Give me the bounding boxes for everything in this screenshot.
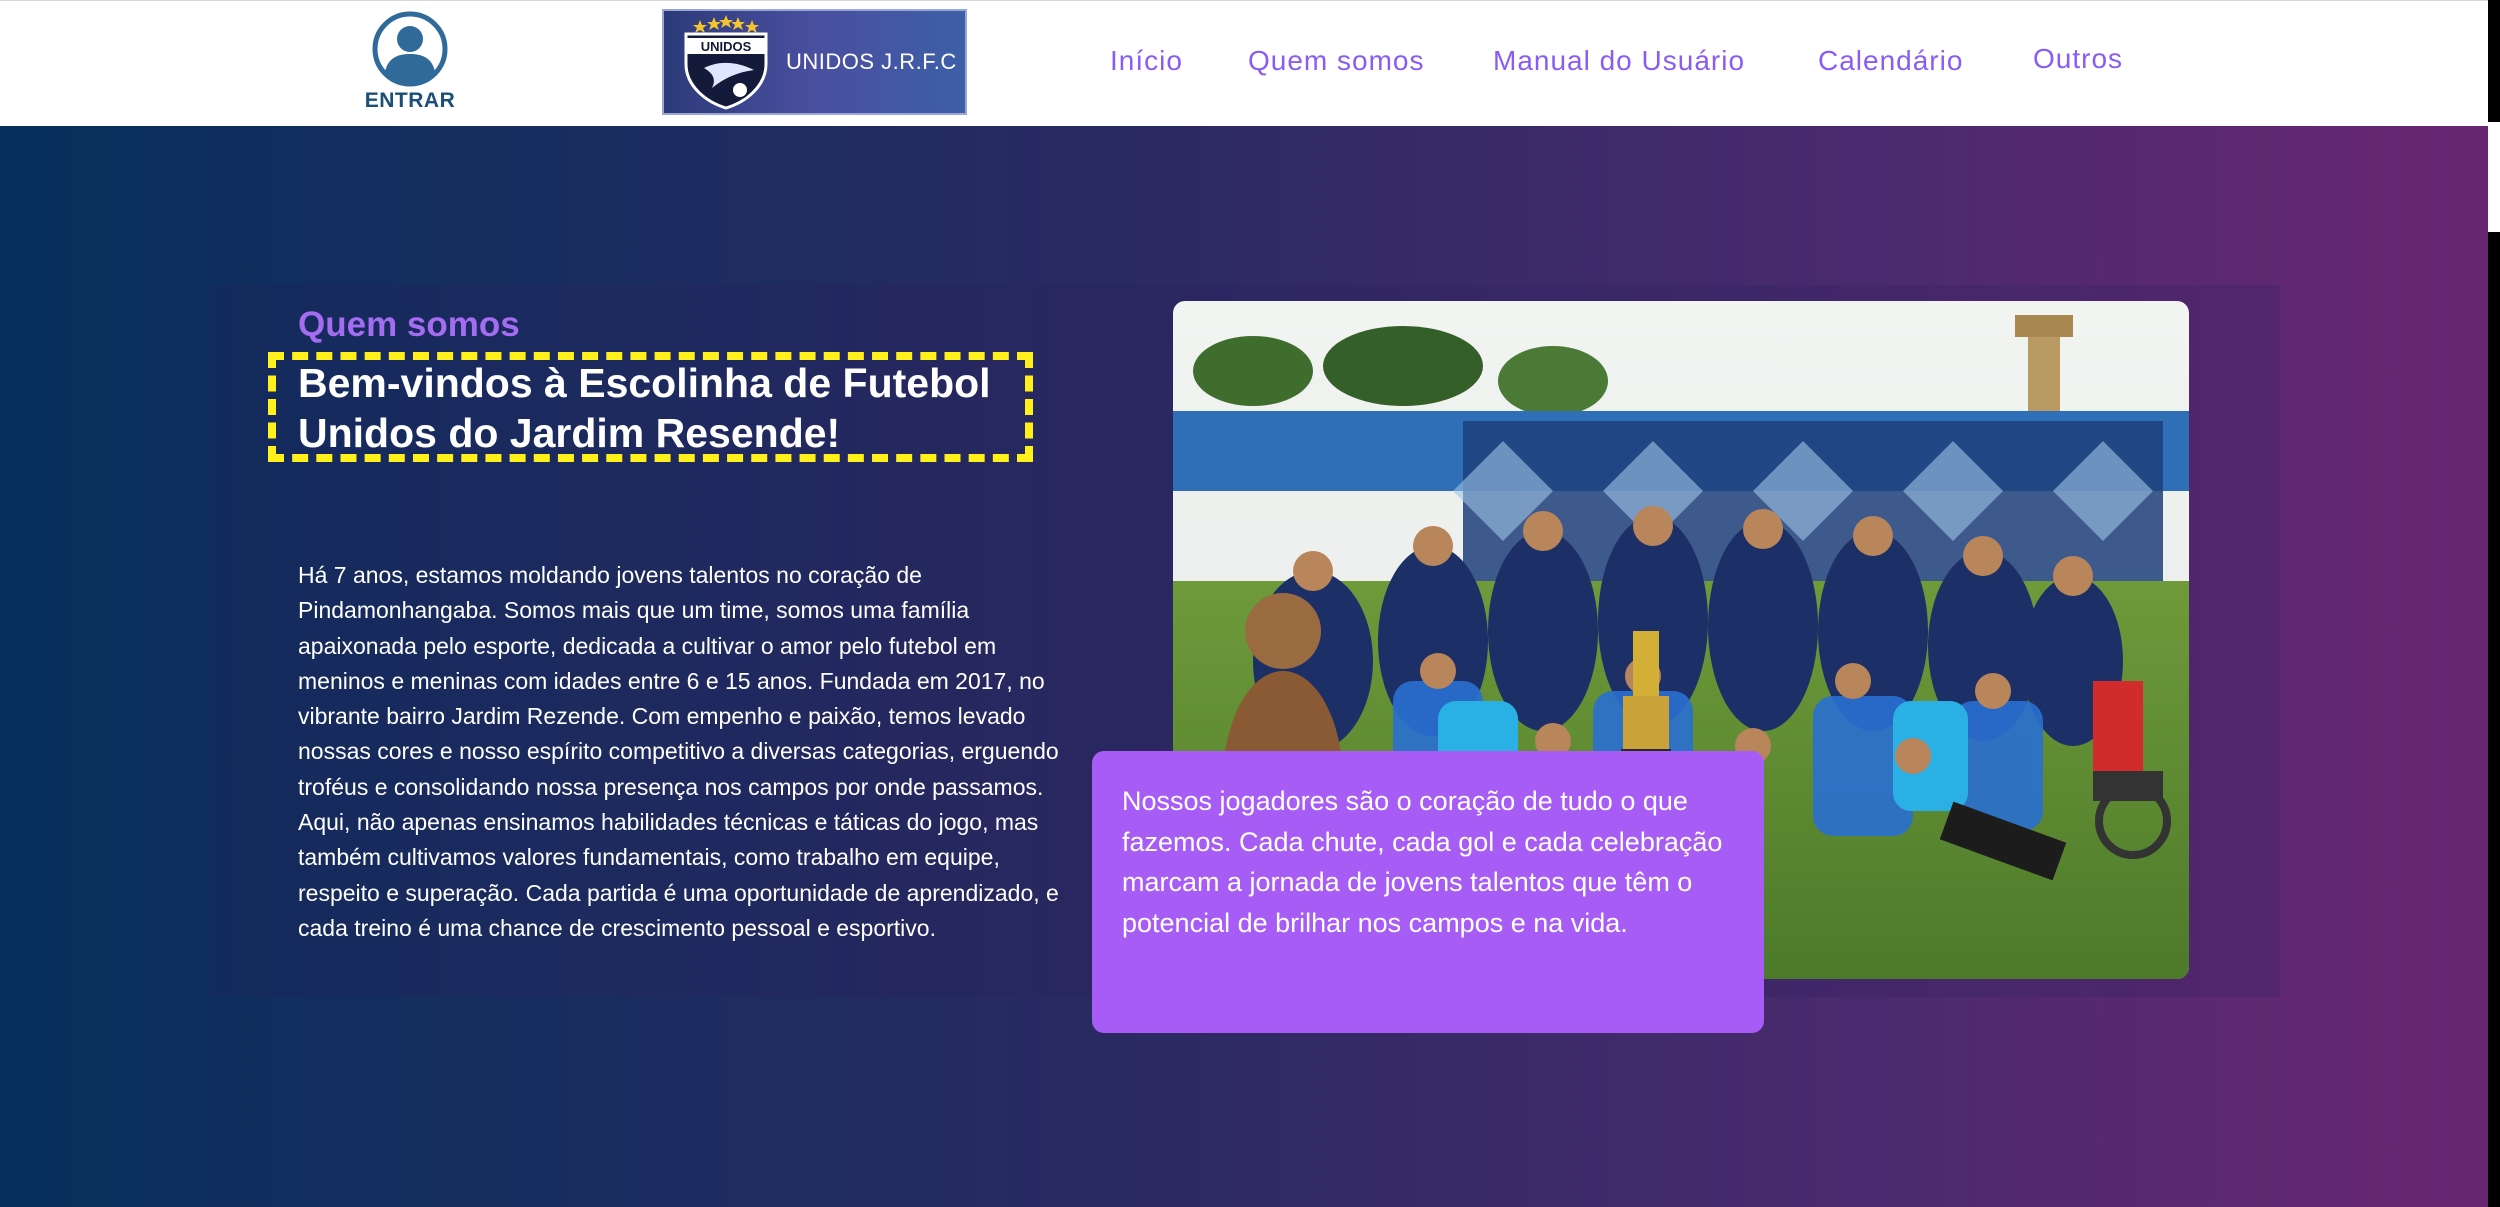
scrollbar-thumb[interactable]	[2488, 122, 2500, 232]
about-paragraph: Há 7 anos, estamos moldando jovens talen…	[298, 562, 1059, 941]
nav-inicio[interactable]: Início	[1110, 45, 1183, 77]
caption-text: Nossos jogadores são o coração de tudo o…	[1122, 786, 1723, 938]
site-header: ENTRAR UNIDOS UNIDOS J.R.F.C Início Quem…	[0, 0, 2488, 126]
logo-text: UNIDOS J.R.F.C	[786, 49, 957, 74]
login-button[interactable]: ENTRAR	[362, 11, 458, 116]
caption-card: Nossos jogadores são o coração de tudo o…	[1092, 751, 1764, 1033]
nav-calendario[interactable]: Calendário	[1818, 45, 1963, 77]
team-crest-icon: UNIDOS	[684, 15, 768, 110]
scrollbar-track-lower	[2488, 232, 2500, 1207]
login-label: ENTRAR	[364, 89, 456, 112]
svg-text:UNIDOS: UNIDOS	[701, 39, 752, 54]
section-eyebrow: Quem somos	[298, 305, 520, 344]
page-title: Bem-vindos à Escolinha de Futebol Unidos…	[298, 360, 991, 456]
nav-manual-do-usuario[interactable]: Manual do Usuário	[1493, 45, 1745, 77]
nav-quem-somos[interactable]: Quem somos	[1248, 45, 1425, 77]
scrollbar-track	[2488, 0, 2500, 122]
nav-outros[interactable]: Outros	[2033, 43, 2123, 75]
team-logo[interactable]: UNIDOS UNIDOS J.R.F.C	[662, 9, 967, 115]
user-circle-icon	[372, 11, 448, 87]
